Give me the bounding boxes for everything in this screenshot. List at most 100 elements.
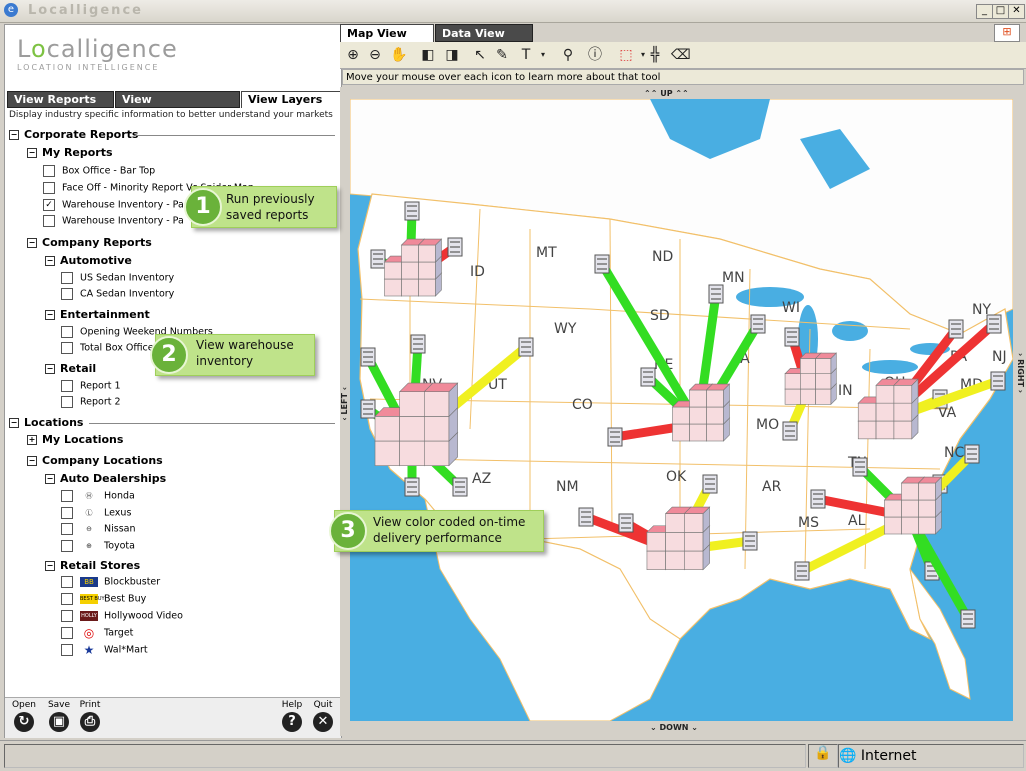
- next-view-icon[interactable]: ◨: [443, 46, 461, 64]
- warehouse-icon[interactable]: [708, 284, 724, 304]
- warehouse-icon[interactable]: [404, 201, 420, 221]
- warehouse-icon[interactable]: [990, 371, 1006, 391]
- report-item[interactable]: Total Box Office: [61, 342, 154, 354]
- report-item[interactable]: ✓ Warehouse Inventory - Pa: [43, 199, 184, 211]
- inventory-stack[interactable]: [784, 352, 838, 406]
- checkbox[interactable]: [61, 593, 73, 605]
- warehouse-icon[interactable]: [578, 507, 594, 527]
- tree-company-reports[interactable]: − Company Reports: [27, 236, 152, 249]
- save-button[interactable]: Save ▣: [42, 700, 76, 732]
- tab-view-layers[interactable]: View Layers: [241, 91, 341, 108]
- checkbox-checked[interactable]: ✓: [43, 199, 55, 211]
- tree-automotive[interactable]: − Automotive: [45, 254, 132, 267]
- info-icon[interactable]: ⓘ: [586, 46, 604, 64]
- warehouse-icon[interactable]: [640, 367, 656, 387]
- warehouse-icon[interactable]: [852, 457, 868, 477]
- warehouse-icon[interactable]: [782, 421, 798, 441]
- eraser-icon[interactable]: ⌫: [671, 46, 691, 64]
- checkbox[interactable]: [43, 165, 55, 177]
- warehouse-icon[interactable]: [618, 513, 634, 533]
- pan-up-button[interactable]: ⌃⌃ UP ⌃⌃: [644, 89, 689, 98]
- tree-auto-dealerships[interactable]: − Auto Dealerships: [45, 472, 166, 485]
- zoom-out-icon[interactable]: ⊖: [366, 46, 384, 64]
- checkbox[interactable]: [61, 507, 73, 519]
- store-item[interactable]: HOLLY Hollywood Video: [61, 610, 183, 622]
- maximize-button[interactable]: □: [992, 4, 1009, 19]
- store-item[interactable]: ◎ Target: [61, 627, 133, 639]
- checkbox[interactable]: [61, 523, 73, 535]
- checkbox[interactable]: [61, 326, 73, 338]
- report-item[interactable]: Box Office - Bar Top: [43, 165, 155, 177]
- tree-entertainment[interactable]: − Entertainment: [45, 308, 150, 321]
- store-item[interactable]: ★ Wal*Mart: [61, 644, 148, 656]
- route-line-on-time[interactable]: [598, 261, 702, 427]
- inventory-stack[interactable]: [857, 378, 919, 440]
- open-button[interactable]: Open ↻: [7, 700, 41, 732]
- find-binoculars-icon[interactable]: ⚲: [559, 46, 577, 64]
- warehouse-icon[interactable]: [404, 477, 420, 497]
- warehouse-icon[interactable]: [452, 477, 468, 497]
- checkbox[interactable]: [61, 540, 73, 552]
- store-item[interactable]: BEST BUYBest Buy: [61, 593, 146, 605]
- checkbox[interactable]: [61, 342, 73, 354]
- tree-corporate-reports[interactable]: − Corporate Reports: [9, 128, 138, 141]
- tree-retail-stores[interactable]: − Retail Stores: [45, 559, 140, 572]
- text-dropdown-icon[interactable]: ▾: [534, 46, 552, 64]
- pan-right-button[interactable]: › RIGHT ›: [1016, 353, 1025, 393]
- checkbox[interactable]: [61, 380, 73, 392]
- us-map[interactable]: IDMTNDMNWINYSDWYNVUTCONEIAOHINMDVANJPAMO…: [350, 99, 1013, 721]
- tab-map-view[interactable]: Map View: [340, 24, 434, 42]
- tree-my-locations[interactable]: + My Locations: [27, 433, 123, 446]
- dealer-item[interactable]: Ⓛ Lexus: [61, 507, 131, 519]
- checkbox[interactable]: [43, 215, 55, 227]
- select-region-icon[interactable]: ⬚: [617, 46, 635, 64]
- crosshair-icon[interactable]: ╬: [646, 46, 664, 64]
- tree-locations[interactable]: − Locations: [9, 416, 83, 429]
- dealer-item[interactable]: ⊖ Nissan: [61, 523, 136, 535]
- warehouse-icon[interactable]: [410, 334, 426, 354]
- warehouse-icon[interactable]: [960, 609, 976, 629]
- tree-company-locations[interactable]: − Company Locations: [27, 454, 163, 467]
- warehouse-icon[interactable]: [784, 327, 800, 347]
- warehouse-icon[interactable]: [370, 249, 386, 269]
- report-item[interactable]: US Sedan Inventory: [61, 272, 174, 284]
- warehouse-icon[interactable]: [948, 319, 964, 339]
- warehouse-icon[interactable]: [794, 561, 810, 581]
- checkbox[interactable]: [61, 576, 73, 588]
- checkbox[interactable]: [61, 288, 73, 300]
- print-button[interactable]: Print ⎙: [73, 700, 107, 732]
- pan-down-button[interactable]: ⌄ DOWN ⌄: [650, 723, 698, 732]
- report-item[interactable]: Report 1: [61, 380, 121, 392]
- checkbox[interactable]: [61, 610, 73, 622]
- previous-view-icon[interactable]: ◧: [419, 46, 437, 64]
- checkbox[interactable]: [61, 272, 73, 284]
- text-tool-icon[interactable]: T: [517, 46, 535, 64]
- store-item[interactable]: BB Blockbuster: [61, 576, 160, 588]
- pan-left-button[interactable]: ‹ LEFT ‹: [340, 387, 349, 421]
- close-button[interactable]: ✕: [1008, 4, 1025, 19]
- select-arrow-icon[interactable]: ↖: [471, 46, 489, 64]
- checkbox[interactable]: [61, 396, 73, 408]
- warehouse-icon[interactable]: [518, 337, 534, 357]
- warehouse-icon[interactable]: [810, 489, 826, 509]
- dealer-item[interactable]: Ⓗ Honda: [61, 490, 135, 502]
- checkbox[interactable]: [61, 490, 73, 502]
- warehouse-icon[interactable]: [742, 531, 758, 551]
- tab-view-reports[interactable]: View Reports: [7, 91, 114, 108]
- pan-hand-icon[interactable]: ✋: [390, 46, 408, 64]
- checkbox[interactable]: [61, 627, 73, 639]
- report-item[interactable]: Report 2: [61, 396, 121, 408]
- warehouse-icon[interactable]: [447, 237, 463, 257]
- checkbox[interactable]: [61, 644, 73, 656]
- checkbox[interactable]: [43, 182, 55, 194]
- dealer-item[interactable]: ⊕ Toyota: [61, 540, 135, 552]
- measure-ruler-icon[interactable]: ✎: [493, 46, 511, 64]
- minimize-button[interactable]: _: [976, 4, 993, 19]
- inventory-stack[interactable]: [646, 506, 711, 571]
- tree-retail[interactable]: − Retail: [45, 362, 96, 375]
- warehouse-icon[interactable]: [360, 399, 376, 419]
- report-item[interactable]: Warehouse Inventory - Pa: [43, 215, 184, 227]
- inventory-stack[interactable]: [883, 476, 943, 535]
- tab-data-view[interactable]: Data View: [435, 24, 533, 42]
- inventory-stack[interactable]: [383, 238, 443, 297]
